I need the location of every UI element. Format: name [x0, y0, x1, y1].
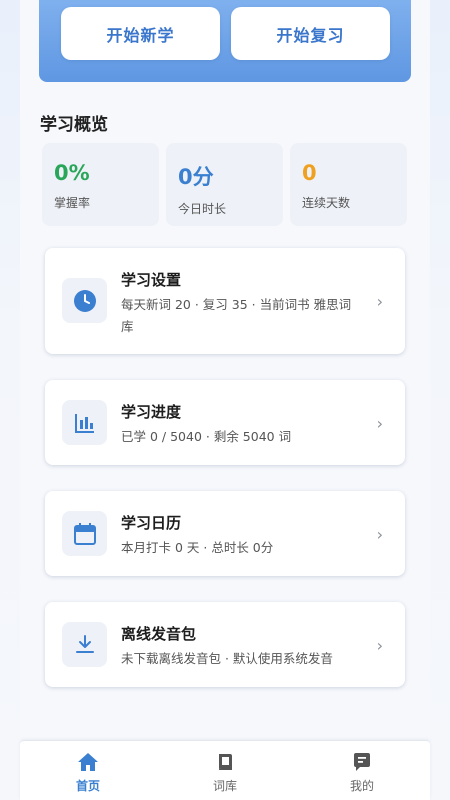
stat-mastery-card: 0% 掌握率 — [42, 143, 159, 226]
stat-mastery-label: 掌握率 — [54, 196, 91, 210]
chevron-right-icon: › — [376, 636, 383, 655]
start-review-button[interactable]: 开始复习 — [231, 7, 390, 60]
stat-streak-label: 连续天数 — [302, 196, 351, 210]
stat-today-time-label: 今日时长 — [178, 202, 227, 216]
overview-title: 学习概览 — [40, 115, 108, 135]
tab-home[interactable]: 首页 — [20, 741, 156, 800]
app-screen: 开始新学 开始复习 学习概览 0% 掌握率 0分 今日时长 0 连续天数 学习设… — [0, 0, 450, 800]
profile-icon — [354, 753, 370, 771]
offline-audio-title: 离线发音包 — [121, 625, 197, 643]
stat-streak-card: 0 连续天数 — [290, 143, 407, 226]
tab-wordbank-label: 词库 — [212, 779, 237, 793]
tab-profile-label: 我的 — [349, 779, 374, 793]
study-settings-card[interactable]: 学习设置 每天新词 20 · 复习 35 · 当前词书 雅思词库 › — [45, 248, 405, 354]
study-progress-card[interactable]: 学习进度 已学 0 / 5040 · 剩余 5040 词 › — [45, 380, 405, 465]
tab-profile[interactable]: 我的 — [294, 741, 430, 800]
download-icon — [62, 622, 107, 667]
study-calendar-title: 学习日历 — [121, 514, 182, 532]
bottom-tab-bar: 首页 词库 我的 — [20, 740, 430, 800]
offline-audio-card[interactable]: 离线发音包 未下载离线发音包 · 默认使用系统发音 › — [45, 602, 405, 687]
study-calendar-card[interactable]: 学习日历 本月打卡 0 天 · 总时长 0分 › — [45, 491, 405, 576]
study-settings-title: 学习设置 — [121, 271, 182, 289]
tab-wordbank[interactable]: 词库 — [157, 741, 293, 800]
study-calendar-desc: 本月打卡 0 天 · 总时长 0分 — [121, 540, 274, 555]
start-new-learning-button[interactable]: 开始新学 — [61, 7, 220, 60]
chevron-right-icon: › — [376, 525, 383, 544]
book-icon — [219, 754, 232, 770]
stat-today-time-card: 0分 今日时长 — [166, 143, 283, 226]
clock-icon — [62, 278, 107, 323]
calendar-icon — [62, 511, 107, 556]
stat-mastery-value: 0% — [54, 161, 90, 185]
study-progress-title: 学习进度 — [121, 403, 182, 421]
offline-audio-desc: 未下载离线发音包 · 默认使用系统发音 — [121, 651, 333, 666]
home-icon — [78, 753, 98, 771]
bar-chart-icon — [62, 400, 107, 445]
stat-today-time-value: 0分 — [178, 165, 214, 189]
study-settings-desc: 每天新词 20 · 复习 35 · 当前词书 雅思词库 — [121, 297, 352, 334]
stat-streak-value: 0 — [302, 161, 317, 185]
tab-home-label: 首页 — [75, 779, 100, 793]
chevron-right-icon: › — [376, 414, 383, 433]
study-progress-desc: 已学 0 / 5040 · 剩余 5040 词 — [121, 429, 292, 444]
chevron-right-icon: › — [376, 292, 383, 311]
